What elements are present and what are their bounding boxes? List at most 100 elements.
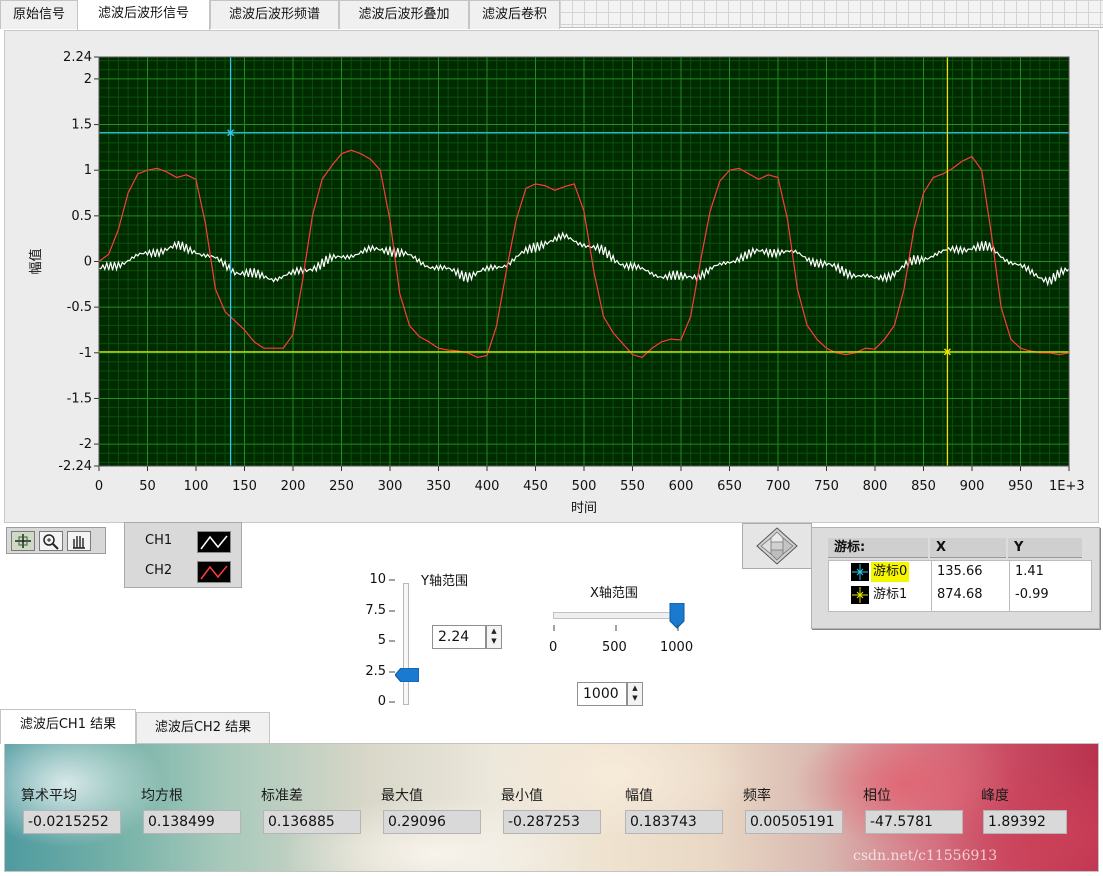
increment-arrow-icon[interactable]: ▲ [628,683,642,693]
x-range-numeric-input[interactable]: 1000 [577,682,627,706]
x-tick-label: 900 [960,479,985,494]
legend-label-ch2: CH2 [145,563,173,578]
x-scale-tick: 0 [549,640,558,655]
y-tick-label: -2.24 [58,459,92,474]
cursor-tool-icon[interactable] [11,531,35,551]
x-tick-label: 100 [184,479,209,494]
y-tick-label: -1.5 [67,391,92,406]
x-axis-title: 时间 [571,501,597,516]
stat-value-rms: 0.138499 [143,810,241,834]
zoom-tool-icon[interactable] [39,531,63,551]
watermark-text: csdn.net/c11556913 [853,848,998,864]
y-scale-tick: 10 [369,572,386,587]
x-tick-label: 500 [572,479,597,494]
cursor-row-name[interactable]: 游标1 [871,585,909,605]
x-scale-tick: 500 [602,640,627,655]
x-tick-label: 1E+3 [1049,479,1085,494]
stat-value-min: -0.287253 [503,810,601,834]
ch1-results-panel: 算术平均 -0.0215252 均方根 0.138499 标准差 0.13688… [4,743,1099,872]
x-tick-label: 950 [1008,479,1033,494]
y-tick-label: 2.24 [63,50,92,65]
y-range-spinner[interactable]: ▲ ▼ [486,625,502,649]
line-red-icon [197,561,231,583]
stat-value-kurtosis: 1.89392 [983,810,1067,834]
cursor-row-x: 874.68 [937,587,983,602]
cursor-row-x: 135.66 [937,564,983,579]
cursor1-crosshair-icon[interactable] [851,586,869,604]
legend-label-ch1: CH1 [145,533,173,548]
stat-value-stddev: 0.136885 [263,810,361,834]
x-tick-label: 800 [863,479,888,494]
y-axis-title: 幅值 [28,248,44,274]
tab-ch2-results[interactable]: 滤波后CH2 结果 [136,712,270,743]
x-tick-label: 150 [232,479,257,494]
y-range-numeric-input[interactable]: 2.24 [432,625,486,649]
legend-item-ch1[interactable]: CH1 [133,529,237,553]
x-tick-label: 850 [911,479,936,494]
x-tick-label: 550 [620,479,645,494]
decrement-arrow-icon[interactable]: ▼ [628,693,642,703]
x-tick-label: 350 [426,479,451,494]
y-range-slider-thumb[interactable] [394,667,420,683]
column-divider [931,561,932,611]
graph-tool-palette [6,527,106,554]
x-tick-label: 450 [523,479,548,494]
stat-label-mean: 算术平均 [21,788,77,804]
cursor-mover-diamond-icon [756,527,798,565]
decrement-arrow-icon[interactable]: ▼ [487,636,501,646]
y-range-label: Y轴范围 [421,574,468,589]
stat-label-rms: 均方根 [141,788,183,804]
cursor-legend-table: 游标: X Y 游标0 135.66 1.41 游标1 874.68 -0.99 [811,527,1100,629]
tab-filtered-waveform[interactable]: 滤波后波形信号 [77,0,210,30]
tab-label: 滤波后波形信号 [97,6,189,21]
y-tick-label: 1.5 [71,118,92,133]
stat-label-frequency: 频率 [743,788,771,804]
stat-label-phase: 相位 [863,788,891,804]
y-tick-label: 0.5 [71,209,92,224]
tab-label: 滤波后CH2 结果 [154,720,252,735]
increment-arrow-icon[interactable]: ▲ [487,626,501,636]
tab-label: 滤波后CH1 结果 [19,717,117,732]
y-range-slider-track[interactable] [403,583,409,705]
cursor-row-name[interactable]: 游标0 [871,562,910,582]
stat-value-max: 0.29096 [383,810,481,834]
y-tick-label: 1 [84,163,92,178]
pan-hand-icon[interactable] [67,531,91,551]
stat-label-kurtosis: 峰度 [981,788,1009,804]
y-tick-label: -1 [79,346,92,361]
x-tick-label: 700 [766,479,791,494]
x-tick-label: 400 [475,479,500,494]
stat-value-mean: -0.0215252 [23,810,121,834]
legend-item-ch2[interactable]: CH2 [133,559,237,583]
x-range-slider-track[interactable] [553,612,679,619]
x-scale-ticks [553,625,679,631]
y-scale-ticks [389,579,395,703]
x-tick-label: 250 [329,479,354,494]
x-tick-label: 650 [717,479,742,494]
stat-label-max: 最大值 [381,788,423,804]
cursor-row-y: 1.41 [1015,564,1044,579]
stat-value-frequency: 0.00505191 [745,810,843,834]
y-scale-tick: 5 [377,633,386,648]
x-range-spinner[interactable]: ▲ ▼ [627,682,643,706]
stat-label-amplitude: 幅值 [625,788,653,804]
tab-ch1-results[interactable]: 滤波后CH1 结果 [0,709,136,744]
stat-value-amplitude: 0.183743 [625,810,723,834]
y-scale-tick: 2.5 [365,664,386,679]
cursor0-crosshair-icon[interactable] [851,563,869,581]
x-tick-label: 750 [814,479,839,494]
stat-label-min: 最小值 [501,788,543,804]
x-tick-label: 600 [669,479,694,494]
y-tick-label: -2 [79,437,92,452]
cursor-row-y: -0.99 [1015,587,1049,602]
cursor-mover[interactable] [742,523,812,569]
x-scale-tick: 1000 [660,640,694,655]
column-divider [1009,561,1010,611]
y-scale-tick: 0 [377,694,386,709]
waveform-graph[interactable]: 2.2421.510.50-0.5-1-1.5-2-2.240 50 100 150 2… [0,0,1103,525]
x-tick-label: 200 [281,479,306,494]
cursor-header-x: X [930,538,1006,558]
line-white-icon [197,531,231,553]
x-tick-label: 50 [139,479,156,494]
y-tick-label: 0 [84,255,92,270]
